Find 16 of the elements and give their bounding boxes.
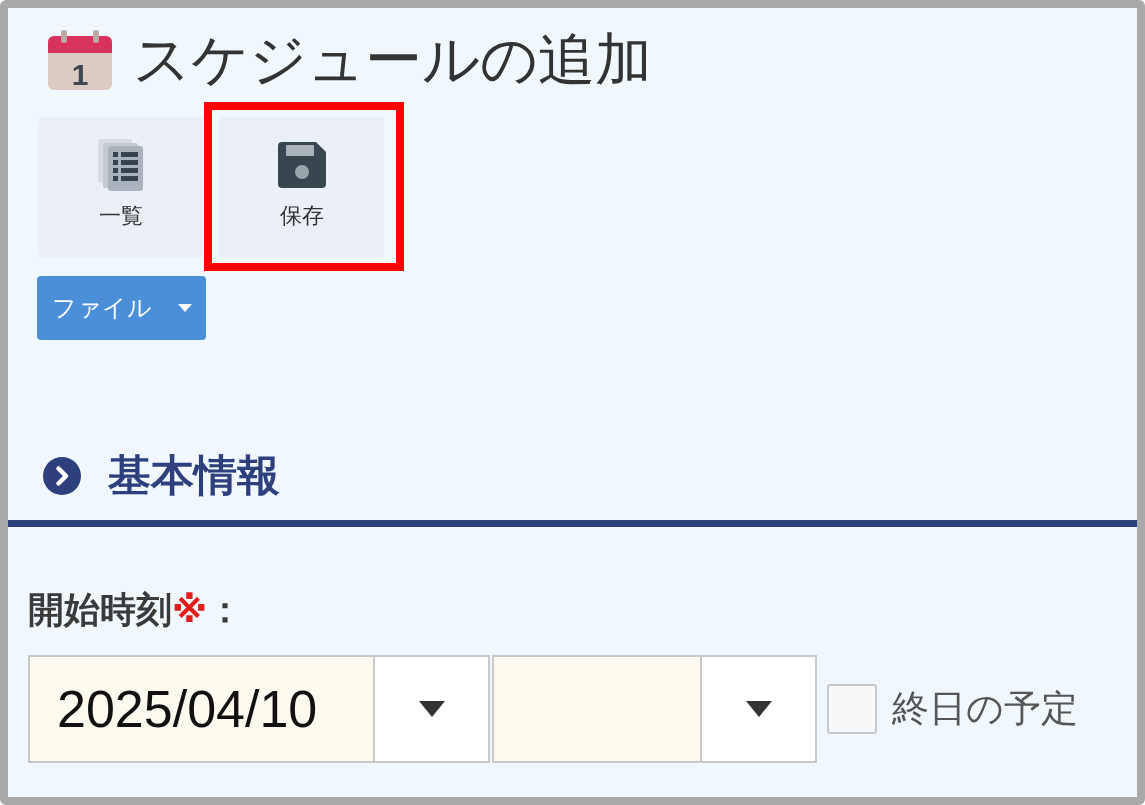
- field-label: 開始時刻※：: [28, 588, 243, 632]
- page-title: スケジュールの追加: [133, 27, 652, 93]
- all-day-checkbox[interactable]: [827, 684, 877, 735]
- date-field[interactable]: 2025/04/10: [28, 655, 375, 764]
- dropdown-button[interactable]: [702, 655, 817, 764]
- save-button[interactable]: 保存: [219, 117, 384, 258]
- list-button[interactable]: 一覧: [38, 117, 203, 258]
- caret-down-icon: [178, 304, 192, 312]
- dropdown-button[interactable]: [375, 655, 490, 764]
- time-field[interactable]: [492, 655, 702, 764]
- caret-down-icon: [418, 701, 445, 718]
- checkbox-label: 終日の予定: [892, 687, 1078, 732]
- chevron-right-circle-icon: [43, 457, 81, 495]
- documents-list-icon: [98, 139, 143, 191]
- caret-down-icon: [745, 701, 772, 718]
- section-title: 基本情報: [108, 451, 280, 501]
